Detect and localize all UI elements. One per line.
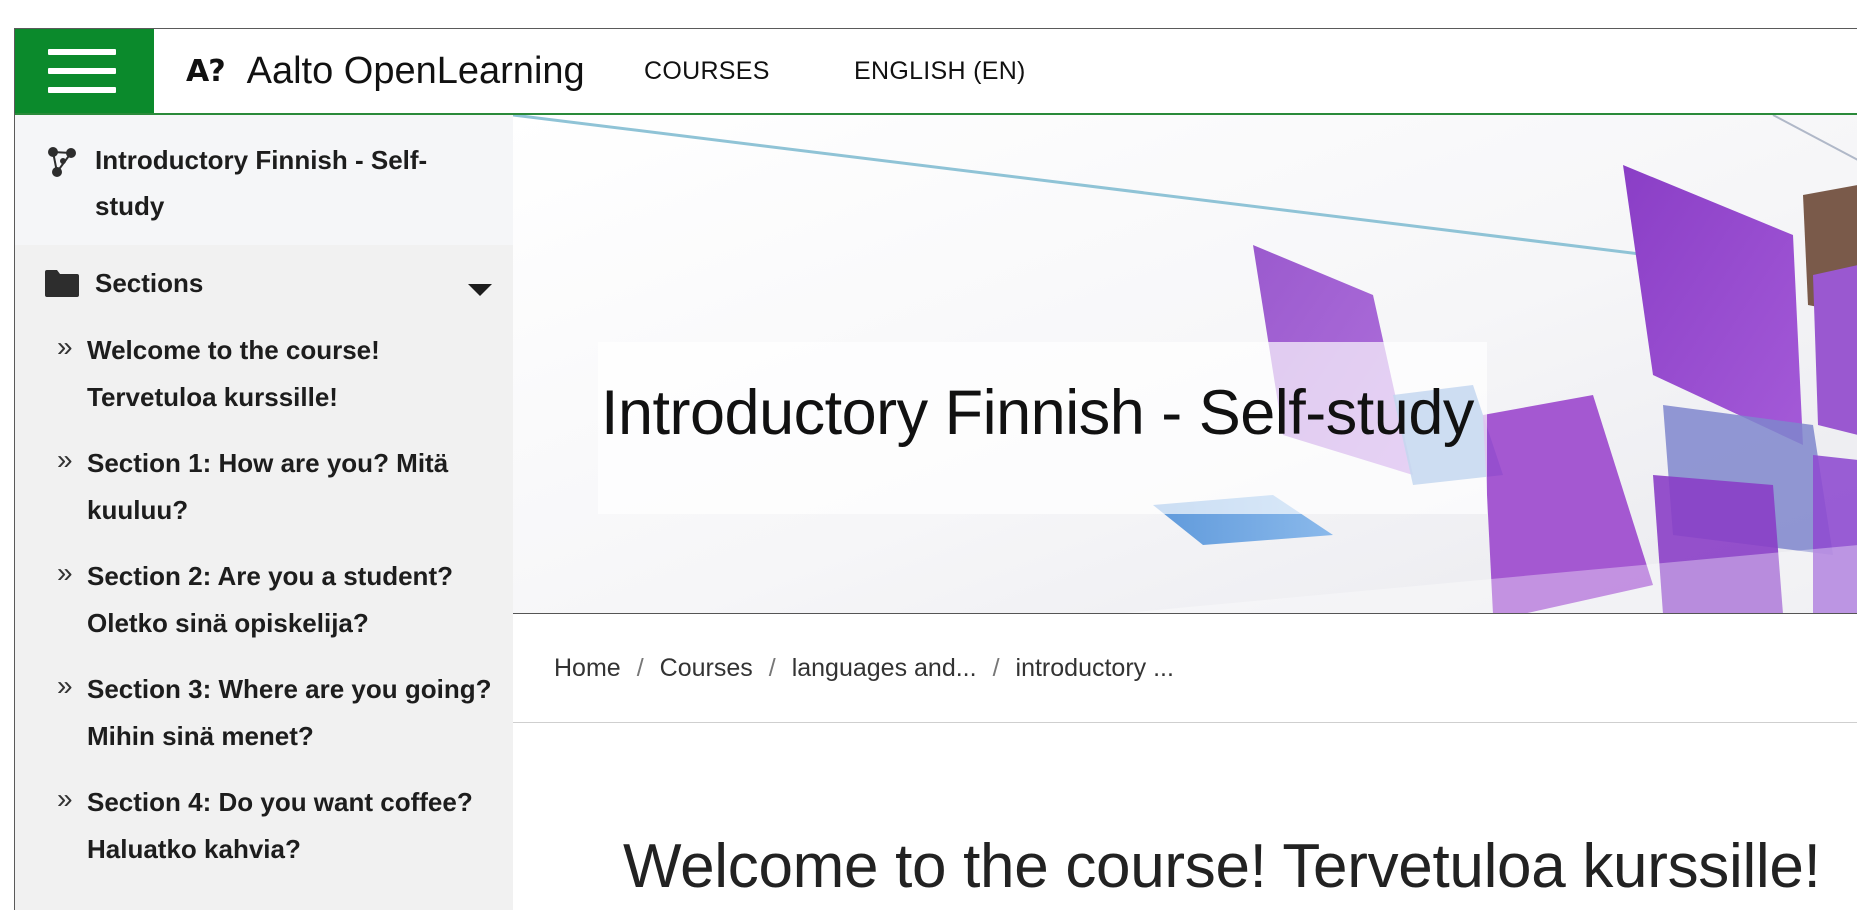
sections-label: Sections	[95, 267, 204, 298]
sidebar-course-title: Introductory Finnish - Self-study	[95, 145, 428, 221]
breadcrumb-category[interactable]: languages and...	[792, 654, 977, 683]
breadcrumb-course[interactable]: introductory ...	[1016, 654, 1174, 683]
double-chevron-right-icon: »	[57, 444, 73, 475]
sidebar-section-item[interactable]: » Welcome to the course! Tervetuloa kurs…	[15, 331, 513, 421]
aalto-logo-icon: A?	[186, 53, 226, 89]
sidebar-section-label: Section 2: Are you a student? Oletko sin…	[87, 561, 453, 638]
sidebar-course-link[interactable]: Introductory Finnish - Self-study	[15, 115, 513, 245]
double-chevron-right-icon: »	[57, 670, 73, 701]
breadcrumb-home[interactable]: Home	[554, 654, 621, 683]
course-sidebar: Introductory Finnish - Self-study Sectio…	[15, 115, 513, 910]
section-heading: Welcome to the course! Tervetuloa kurssi…	[623, 832, 1821, 901]
brand-name: Aalto OpenLearning	[246, 49, 585, 92]
course-network-icon	[48, 147, 76, 177]
breadcrumb-separator: /	[992, 653, 1000, 682]
double-chevron-right-icon: »	[57, 331, 73, 362]
breadcrumb: Home / Courses / languages and... / intr…	[513, 614, 1857, 723]
breadcrumb-separator: /	[768, 653, 776, 682]
hamburger-menu-icon[interactable]	[15, 29, 154, 113]
folder-icon	[45, 270, 79, 297]
language-selector[interactable]: ENGLISH (EN)	[854, 29, 1026, 113]
caret-down-icon	[468, 284, 492, 296]
browser-viewport: A? Aalto OpenLearning COURSES ENGLISH (E…	[14, 28, 1857, 910]
sections-toggle[interactable]: Sections	[15, 245, 513, 321]
breadcrumb-separator: /	[636, 653, 644, 682]
breadcrumb-courses[interactable]: Courses	[660, 654, 753, 683]
sidebar-section-label: Section 3: Where are you going? Mihin si…	[87, 674, 492, 751]
sidebar-section-item[interactable]: » Section 1: How are you? Mitä kuuluu?	[15, 444, 513, 534]
double-chevron-right-icon: »	[57, 783, 73, 814]
nav-courses-link[interactable]: COURSES	[644, 29, 770, 113]
sidebar-section-label: Welcome to the course! Tervetuloa kurssi…	[87, 335, 380, 412]
brand-logo[interactable]: A? Aalto OpenLearning	[186, 29, 585, 113]
sidebar-section-item[interactable]: » Section 3: Where are you going? Mihin …	[15, 670, 513, 760]
sidebar-section-item[interactable]: » Section 4: Do you want coffee? Haluatk…	[15, 783, 513, 873]
top-navbar: A? Aalto OpenLearning COURSES ENGLISH (E…	[15, 29, 1857, 115]
sidebar-section-label: Section 4: Do you want coffee? Haluatko …	[87, 787, 473, 864]
sidebar-section-item[interactable]: » Section 2: Are you a student? Oletko s…	[15, 557, 513, 647]
hero-course-title: Introductory Finnish - Self-study	[601, 378, 1474, 448]
double-chevron-right-icon: »	[57, 557, 73, 588]
sidebar-section-label: Section 1: How are you? Mitä kuuluu?	[87, 448, 449, 525]
course-hero-banner: Introductory Finnish - Self-study	[513, 115, 1857, 614]
